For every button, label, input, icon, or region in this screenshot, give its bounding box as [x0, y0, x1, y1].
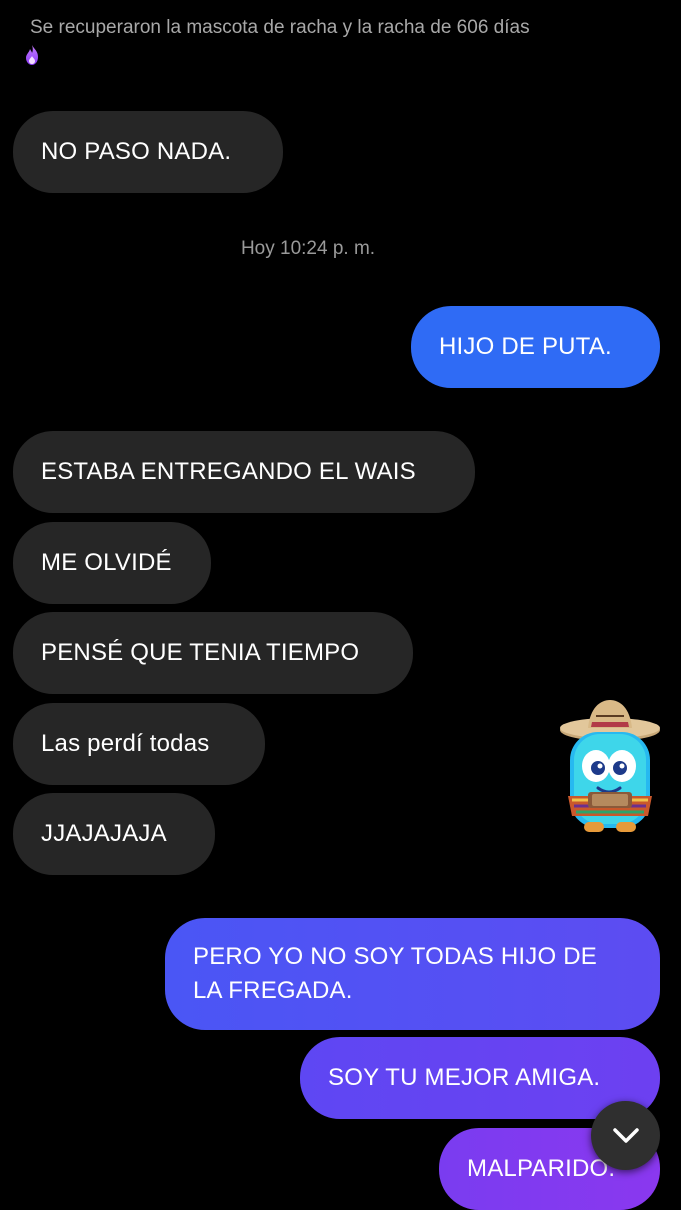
message-text: ME OLVIDÉ	[41, 549, 172, 576]
message-text: HIJO DE PUTA.	[439, 333, 612, 360]
message-text: PERO YO NO SOY TODAS HIJO DE LA FREGADA.	[193, 943, 597, 1004]
message-bubble-incoming[interactable]: Las perdí todas	[13, 703, 265, 785]
message-text: MALPARIDO.	[467, 1155, 616, 1182]
message-text: Las perdí todas	[41, 730, 210, 757]
chevron-down-icon	[612, 1127, 639, 1143]
system-notice: Se recuperaron la mascota de racha y la …	[30, 17, 530, 38]
message-bubble-incoming[interactable]: ESTABA ENTREGANDO EL WAIS	[13, 431, 475, 513]
message-bubble-outgoing[interactable]: HIJO DE PUTA.	[411, 306, 660, 388]
message-bubble-incoming[interactable]: ME OLVIDÉ	[13, 522, 211, 604]
message-timestamp: Hoy 10:24 p. m.	[240, 238, 376, 259]
message-text: NO PASO NADA.	[41, 138, 232, 165]
scroll-to-bottom-button[interactable]	[591, 1101, 660, 1170]
message-bubble-incoming[interactable]: NO PASO NADA.	[13, 111, 283, 193]
message-bubble-outgoing[interactable]: PERO YO NO SOY TODAS HIJO DE LA FREGADA.	[165, 918, 660, 1030]
message-bubble-incoming[interactable]: PENSÉ QUE TENIA TIEMPO	[13, 612, 413, 694]
message-text: PENSÉ QUE TENIA TIEMPO	[41, 639, 360, 666]
message-text: SOY TU MEJOR AMIGA.	[328, 1064, 601, 1091]
streak-mascot-sticker[interactable]	[558, 696, 662, 838]
message-text: ESTABA ENTREGANDO EL WAIS	[41, 458, 416, 485]
message-text: JJAJAJAJA	[41, 820, 167, 847]
flame-icon	[26, 45, 38, 65]
message-bubble-incoming[interactable]: JJAJAJAJA	[13, 793, 215, 875]
